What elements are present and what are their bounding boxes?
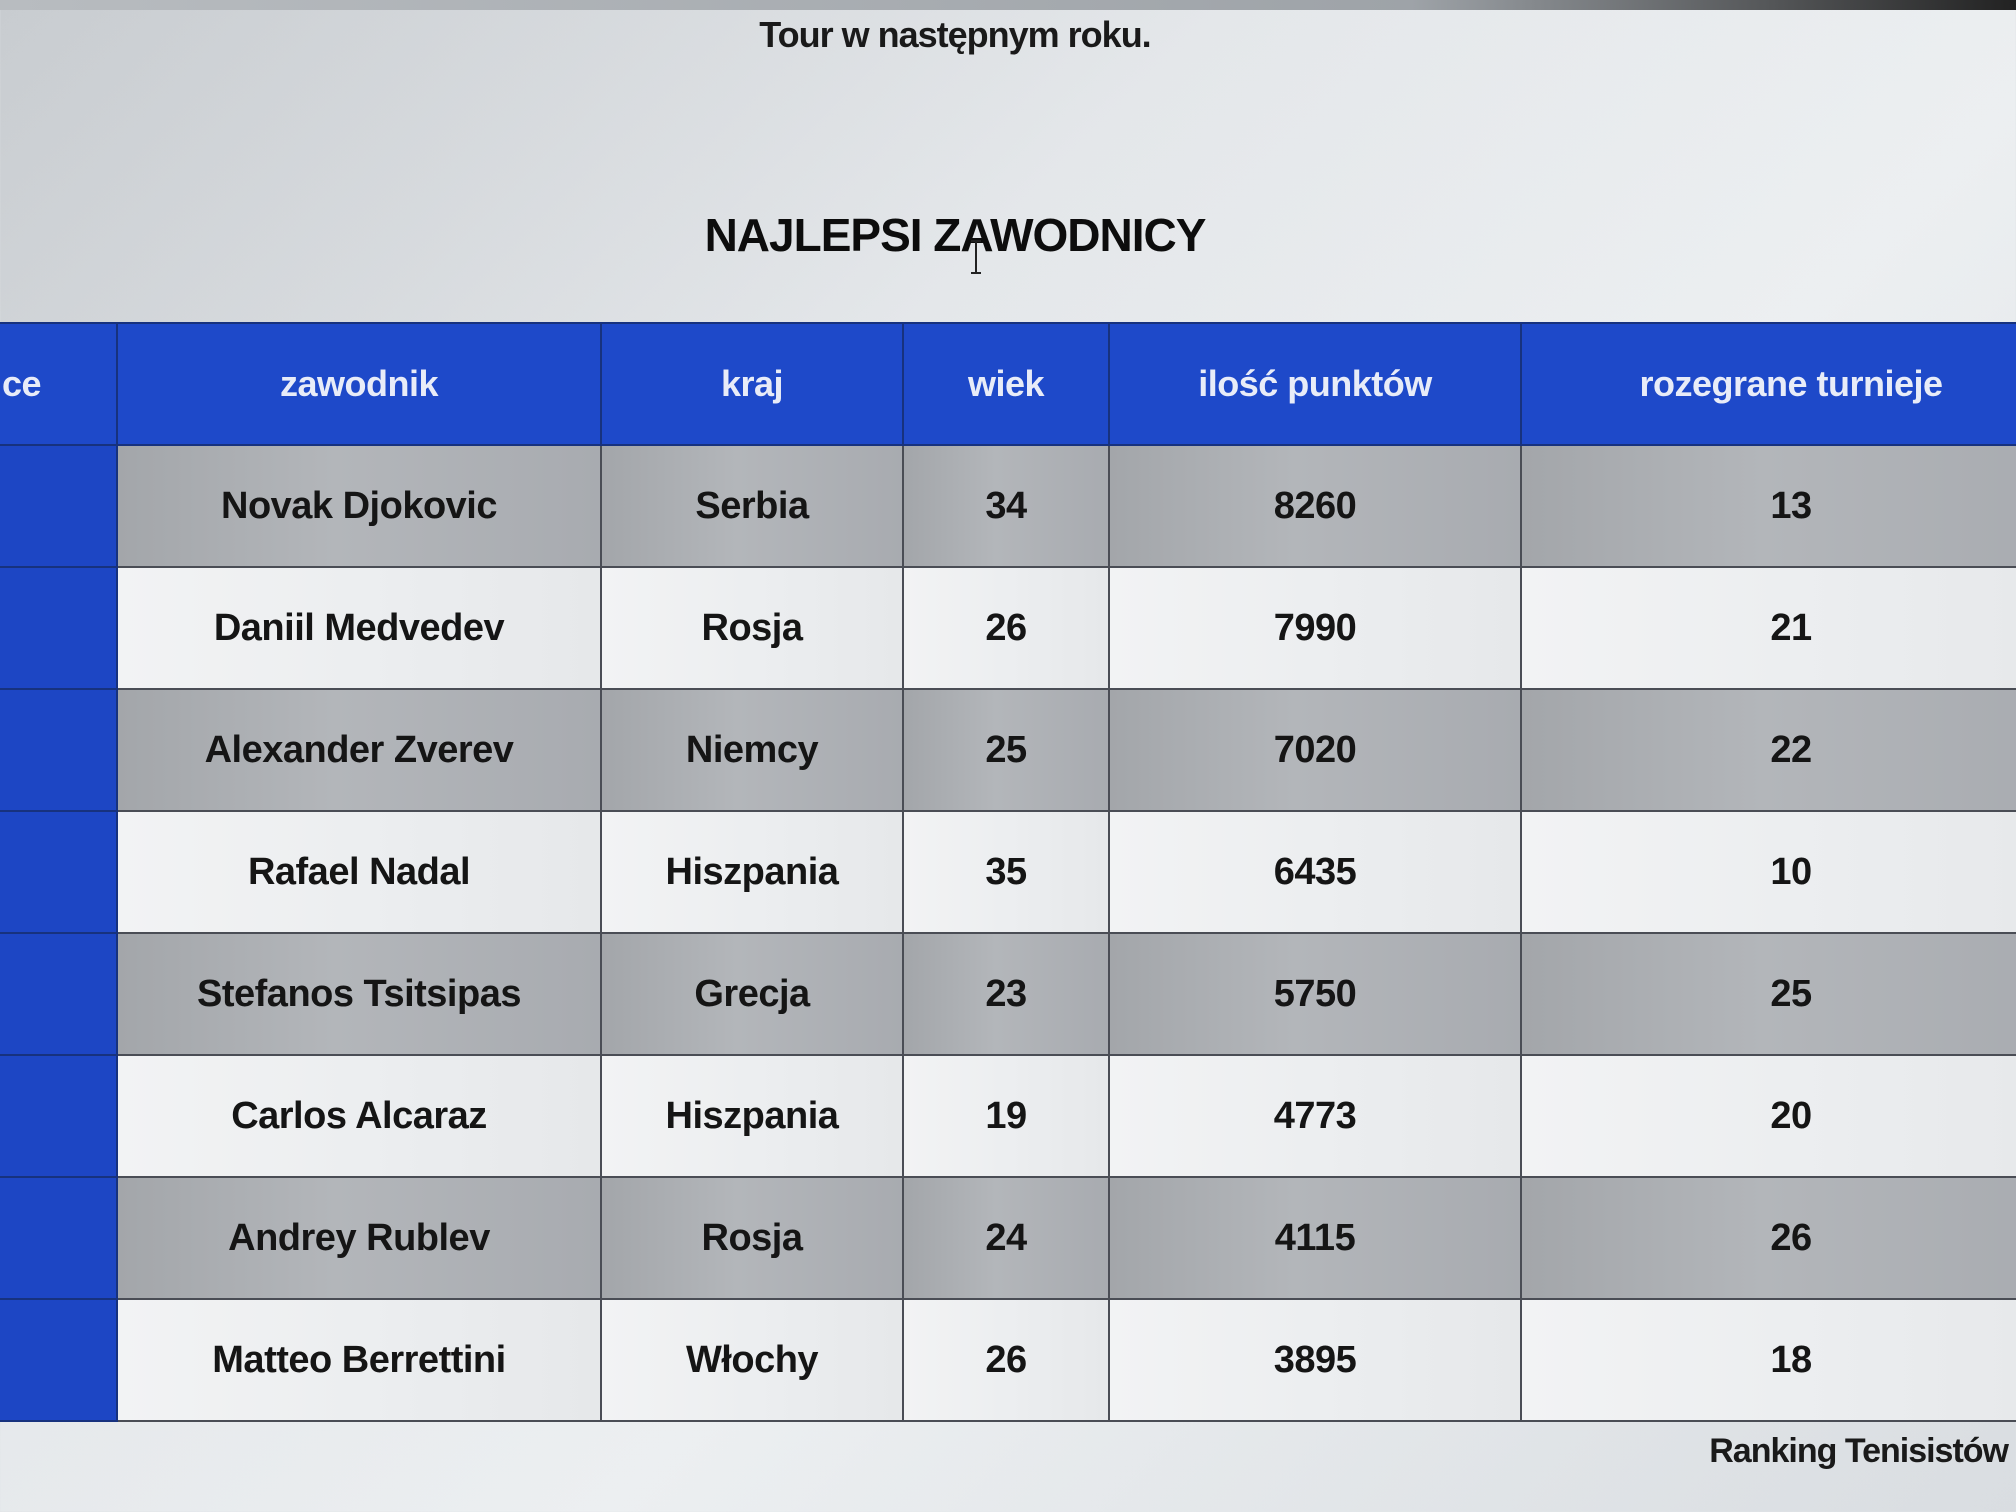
place-cell [0,1298,118,1422]
window-top-edge [0,0,2016,10]
place-cell [0,1176,118,1300]
points-cell[interactable]: 7990 [1108,566,1522,690]
table-row: Matteo Berrettini Włochy 26 3895 18 [0,1298,2016,1422]
age-cell[interactable]: 25 [902,688,1110,812]
player-cell[interactable]: Carlos Alcaraz [116,1054,602,1178]
age-cell[interactable]: 35 [902,810,1110,934]
table-header-row: ce zawodnik kraj wiek ilość punktów roze… [0,322,2016,446]
table-caption: Ranking Tenisistów [1709,1432,2009,1470]
place-cell [0,566,118,690]
header-country[interactable]: kraj [600,322,904,446]
points-cell[interactable]: 3895 [1108,1298,1522,1422]
tournaments-cell[interactable]: 10 [1520,810,2016,934]
age-cell[interactable]: 26 [902,1298,1110,1422]
text-cursor-icon [971,240,981,274]
table-row: Alexander Zverev Niemcy 25 7020 22 [0,688,2016,812]
points-cell[interactable]: 4773 [1108,1054,1522,1178]
points-cell[interactable]: 5750 [1108,932,1522,1056]
country-cell[interactable]: Rosja [600,1176,904,1300]
country-cell[interactable]: Hiszpania [600,1054,904,1178]
place-cell [0,444,118,568]
country-cell[interactable]: Włochy [600,1298,904,1422]
place-cell [0,1054,118,1178]
tournaments-cell[interactable]: 22 [1520,688,2016,812]
header-points[interactable]: ilość punktów [1108,322,1522,446]
player-cell[interactable]: Andrey Rublev [116,1176,602,1300]
header-age[interactable]: wiek [902,322,1110,446]
table-row: Daniil Medvedev Rosja 26 7990 21 [0,566,2016,690]
ranking-table: ce zawodnik kraj wiek ilość punktów roze… [0,322,2016,1422]
age-cell[interactable]: 23 [902,932,1110,1056]
player-cell[interactable]: Alexander Zverev [116,688,602,812]
player-cell[interactable]: Daniil Medvedev [116,566,602,690]
tournaments-cell[interactable]: 21 [1520,566,2016,690]
header-player[interactable]: zawodnik [116,322,602,446]
age-cell[interactable]: 19 [902,1054,1110,1178]
country-cell[interactable]: Serbia [600,444,904,568]
table-row: Rafael Nadal Hiszpania 35 6435 10 [0,810,2016,934]
tournaments-cell[interactable]: 25 [1520,932,2016,1056]
age-cell[interactable]: 24 [902,1176,1110,1300]
table-row: Novak Djokovic Serbia 34 8260 13 [0,444,2016,568]
points-cell[interactable]: 7020 [1108,688,1522,812]
player-cell[interactable]: Novak Djokovic [116,444,602,568]
tournaments-cell[interactable]: 26 [1520,1176,2016,1300]
place-cell [0,688,118,812]
country-cell[interactable]: Niemcy [600,688,904,812]
points-cell[interactable]: 4115 [1108,1176,1522,1300]
points-cell[interactable]: 8260 [1108,444,1522,568]
player-cell[interactable]: Matteo Berrettini [116,1298,602,1422]
place-cell [0,932,118,1056]
tournaments-cell[interactable]: 20 [1520,1054,2016,1178]
table-row: Stefanos Tsitsipas Grecja 23 5750 25 [0,932,2016,1056]
place-cell [0,810,118,934]
age-cell[interactable]: 26 [902,566,1110,690]
intro-text: Tour w następnym roku. [759,14,1151,55]
age-cell[interactable]: 34 [902,444,1110,568]
table-row: Carlos Alcaraz Hiszpania 19 4773 20 [0,1054,2016,1178]
country-cell[interactable]: Grecja [600,932,904,1056]
country-cell[interactable]: Hiszpania [600,810,904,934]
country-cell[interactable]: Rosja [600,566,904,690]
tournaments-cell[interactable]: 18 [1520,1298,2016,1422]
points-cell[interactable]: 6435 [1108,810,1522,934]
player-cell[interactable]: Stefanos Tsitsipas [116,932,602,1056]
table-row: Andrey Rublev Rosja 24 4115 26 [0,1176,2016,1300]
player-cell[interactable]: Rafael Nadal [116,810,602,934]
header-place[interactable]: ce [0,322,118,446]
tournaments-cell[interactable]: 13 [1520,444,2016,568]
header-tournaments[interactable]: rozegrane turnieje [1520,322,2016,446]
page-title: NAJLEPSI ZAWODNICY [704,209,1207,261]
